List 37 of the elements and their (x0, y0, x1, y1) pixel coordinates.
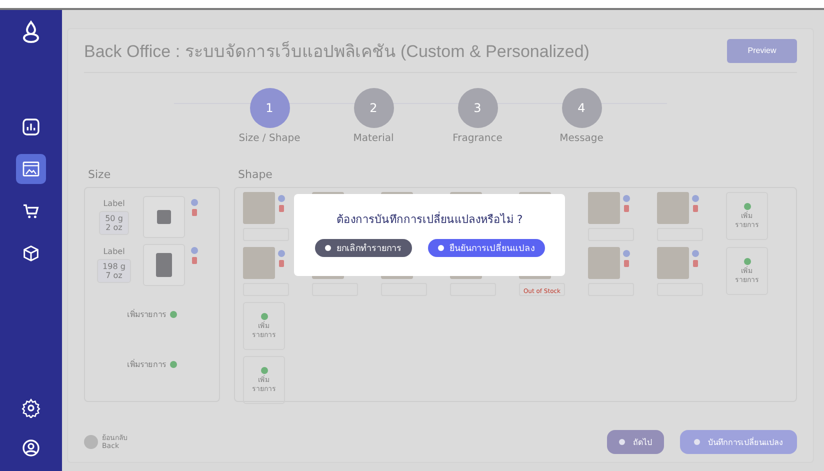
step-label: Fragrance (452, 133, 502, 144)
dialog-message: ต้องการบันทึกการเปลี่ยนแปลงหรือไม่ ? (336, 210, 523, 228)
step-circle[interactable]: 1 (250, 88, 290, 128)
step-circle[interactable]: 3 (458, 88, 498, 128)
photo-placeholder (588, 247, 620, 279)
nav-item[interactable] (16, 154, 46, 184)
photo-placeholder (243, 192, 275, 224)
label-text: Label (103, 199, 125, 208)
size-value: 198 g 7 oz (96, 259, 132, 283)
section-heading: Shape (238, 168, 274, 181)
settings-icon (21, 398, 41, 418)
jar-icon (157, 210, 171, 224)
photo-placeholder (657, 192, 689, 224)
image-window-icon (21, 159, 41, 179)
preview-button[interactable]: Preview (727, 38, 797, 62)
photo-placeholder (243, 247, 275, 279)
label-text: Label (103, 247, 125, 256)
cancel-button[interactable]: ยกเลิกทำรายการ (314, 239, 412, 257)
chart-icon (21, 117, 41, 137)
step-label: Size / Shape (238, 133, 300, 144)
next-button[interactable]: ถัดไป (607, 430, 664, 454)
step-circle[interactable]: 4 (562, 88, 602, 128)
save-button[interactable]: บันทึกการเปลี่ยนแปลง (680, 430, 797, 454)
add-item-link[interactable]: เพิ่มรายการ (127, 358, 166, 370)
step-label: Material (353, 133, 394, 144)
photo-placeholder (657, 247, 689, 279)
size-value: 50 g 2 oz (99, 211, 129, 235)
photo-placeholder (588, 192, 620, 224)
page-title: Back Office : ระบบจัดการเว็บแอปพลิเคชัน (Custom & Personalized) (84, 40, 590, 63)
confirm-button[interactable]: ยืนยันการเปลี่ยนแปลง (428, 239, 544, 257)
jar-icon (156, 253, 172, 277)
step-label: Message (560, 133, 604, 144)
user-icon (21, 438, 41, 458)
add-item-link[interactable]: เพิ่มรายการ (127, 308, 166, 320)
step-circle[interactable]: 2 (354, 88, 394, 128)
cube-icon (21, 243, 41, 263)
section-heading: Size (88, 168, 112, 181)
